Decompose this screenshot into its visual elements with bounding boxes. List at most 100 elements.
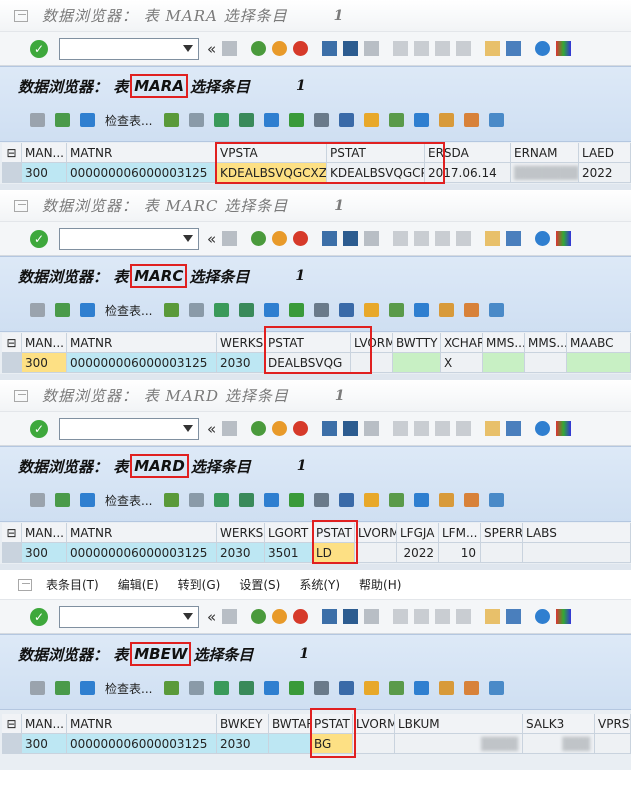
grid-cell-blurred[interactable]: ███: [523, 734, 595, 754]
next-page-icon[interactable]: [435, 421, 451, 436]
grid-cell[interactable]: 300: [22, 734, 67, 754]
previous-page-icon[interactable]: [414, 231, 430, 246]
back-icon[interactable]: [251, 231, 267, 246]
select-layout-icon[interactable]: [464, 493, 480, 507]
create-session-icon[interactable]: [485, 41, 501, 56]
export-icon[interactable]: [364, 493, 380, 507]
next-page-icon[interactable]: [435, 231, 451, 246]
column-header[interactable]: PSTAT: [265, 333, 351, 353]
glasses-icon[interactable]: [30, 113, 45, 127]
print-icon[interactable]: [322, 609, 338, 624]
find-icon[interactable]: [343, 609, 359, 624]
last-page-icon[interactable]: [456, 231, 472, 246]
check-table-button[interactable]: 检查表...: [105, 112, 152, 129]
find-next-icon[interactable]: [364, 231, 380, 246]
views-icon[interactable]: [389, 493, 405, 507]
column-header[interactable]: MATNR: [67, 523, 217, 543]
column-header[interactable]: WERKS: [217, 523, 265, 543]
command-field[interactable]: [59, 227, 199, 250]
save-variant-icon[interactable]: [189, 113, 205, 127]
column-header[interactable]: MATNR: [67, 714, 217, 734]
column-header[interactable]: MAN...: [22, 143, 67, 163]
grid-cell[interactable]: 2030: [217, 543, 265, 563]
print-preview-icon[interactable]: [339, 303, 355, 317]
sort-descending-icon[interactable]: [239, 113, 255, 127]
previous-page-icon[interactable]: [414, 609, 430, 624]
change-layout-icon[interactable]: [439, 681, 455, 695]
column-header[interactable]: ERNAM: [511, 143, 579, 163]
select-all-icon[interactable]: ⊟: [2, 143, 22, 163]
column-header[interactable]: PSTAT: [311, 714, 353, 734]
glasses-icon[interactable]: [30, 303, 45, 317]
grid-cell-blurred[interactable]: ███████: [511, 163, 579, 183]
column-header[interactable]: MMS...: [525, 333, 567, 353]
customize-layout-icon[interactable]: [556, 231, 572, 246]
row-selector[interactable]: [2, 163, 22, 183]
grid-cell[interactable]: [525, 353, 567, 373]
grid-cell[interactable]: [481, 543, 523, 563]
save-variant-icon[interactable]: [189, 303, 205, 317]
change-layout-icon[interactable]: [439, 303, 455, 317]
help-icon[interactable]: [535, 41, 551, 56]
grid-cell[interactable]: KDEALBSVQGCXZP: [217, 163, 327, 183]
subtotal-icon[interactable]: [314, 493, 330, 507]
command-field[interactable]: [59, 605, 199, 628]
save-variant-icon[interactable]: [189, 681, 205, 695]
save-icon[interactable]: [222, 41, 238, 56]
exit-icon[interactable]: [272, 41, 288, 56]
sort-ascending-icon[interactable]: [214, 681, 230, 695]
create-session-icon[interactable]: [485, 609, 501, 624]
export-icon[interactable]: [364, 681, 380, 695]
last-page-icon[interactable]: [456, 421, 472, 436]
last-page-icon[interactable]: [456, 41, 472, 56]
details-icon[interactable]: [55, 303, 70, 317]
refresh-icon[interactable]: [80, 681, 95, 695]
subtotal-icon[interactable]: [314, 681, 330, 695]
menu-help[interactable]: 帮助(H): [359, 576, 401, 593]
grid-cell[interactable]: [567, 353, 631, 373]
create-session-icon[interactable]: [485, 421, 501, 436]
filter-icon[interactable]: [264, 493, 280, 507]
column-header[interactable]: LVORM: [353, 714, 395, 734]
sort-descending-icon[interactable]: [239, 681, 255, 695]
column-header[interactable]: MATNR: [67, 143, 217, 163]
enter-button[interactable]: ✓: [30, 229, 48, 248]
select-all-icon[interactable]: ⊟: [2, 333, 22, 353]
print-preview-icon[interactable]: [339, 681, 355, 695]
column-header[interactable]: MAN...: [22, 333, 67, 353]
choose-icon[interactable]: [164, 303, 180, 317]
menu-edit[interactable]: 编辑(E): [118, 576, 159, 593]
details-icon[interactable]: [55, 493, 70, 507]
grid-cell[interactable]: 2030: [217, 734, 269, 754]
customize-layout-icon[interactable]: [556, 609, 572, 624]
help-icon[interactable]: [535, 609, 551, 624]
print-preview-icon[interactable]: [339, 113, 355, 127]
menu-settings[interactable]: 设置(S): [239, 576, 280, 593]
shortcut-icon[interactable]: [506, 231, 522, 246]
refresh-icon[interactable]: [80, 303, 95, 317]
exit-icon[interactable]: [272, 231, 288, 246]
sum-icon[interactable]: [289, 493, 305, 507]
filter-icon[interactable]: [264, 303, 280, 317]
choose-icon[interactable]: [164, 681, 180, 695]
cancel-icon[interactable]: [293, 41, 309, 56]
column-header[interactable]: PSTAT: [327, 143, 425, 163]
sort-ascending-icon[interactable]: [214, 493, 230, 507]
sum-icon[interactable]: [289, 303, 305, 317]
print-icon[interactable]: [322, 231, 338, 246]
row-selector[interactable]: [2, 734, 22, 754]
window-menu-icon[interactable]: [14, 9, 28, 22]
column-header[interactable]: BWTAR: [269, 714, 311, 734]
sum-icon[interactable]: [289, 681, 305, 695]
grid-cell[interactable]: 000000006000003125: [67, 543, 217, 563]
details-icon[interactable]: [55, 681, 70, 695]
grid-cell[interactable]: [269, 734, 311, 754]
menu-system[interactable]: 系统(Y): [299, 576, 340, 593]
export-icon[interactable]: [364, 113, 380, 127]
first-page-icon[interactable]: [393, 609, 409, 624]
save-layout-icon[interactable]: [489, 493, 505, 507]
refresh-icon[interactable]: [80, 113, 95, 127]
change-layout-icon[interactable]: [439, 493, 455, 507]
column-header[interactable]: LVORM: [351, 333, 393, 353]
column-header[interactable]: WERKS: [217, 333, 265, 353]
